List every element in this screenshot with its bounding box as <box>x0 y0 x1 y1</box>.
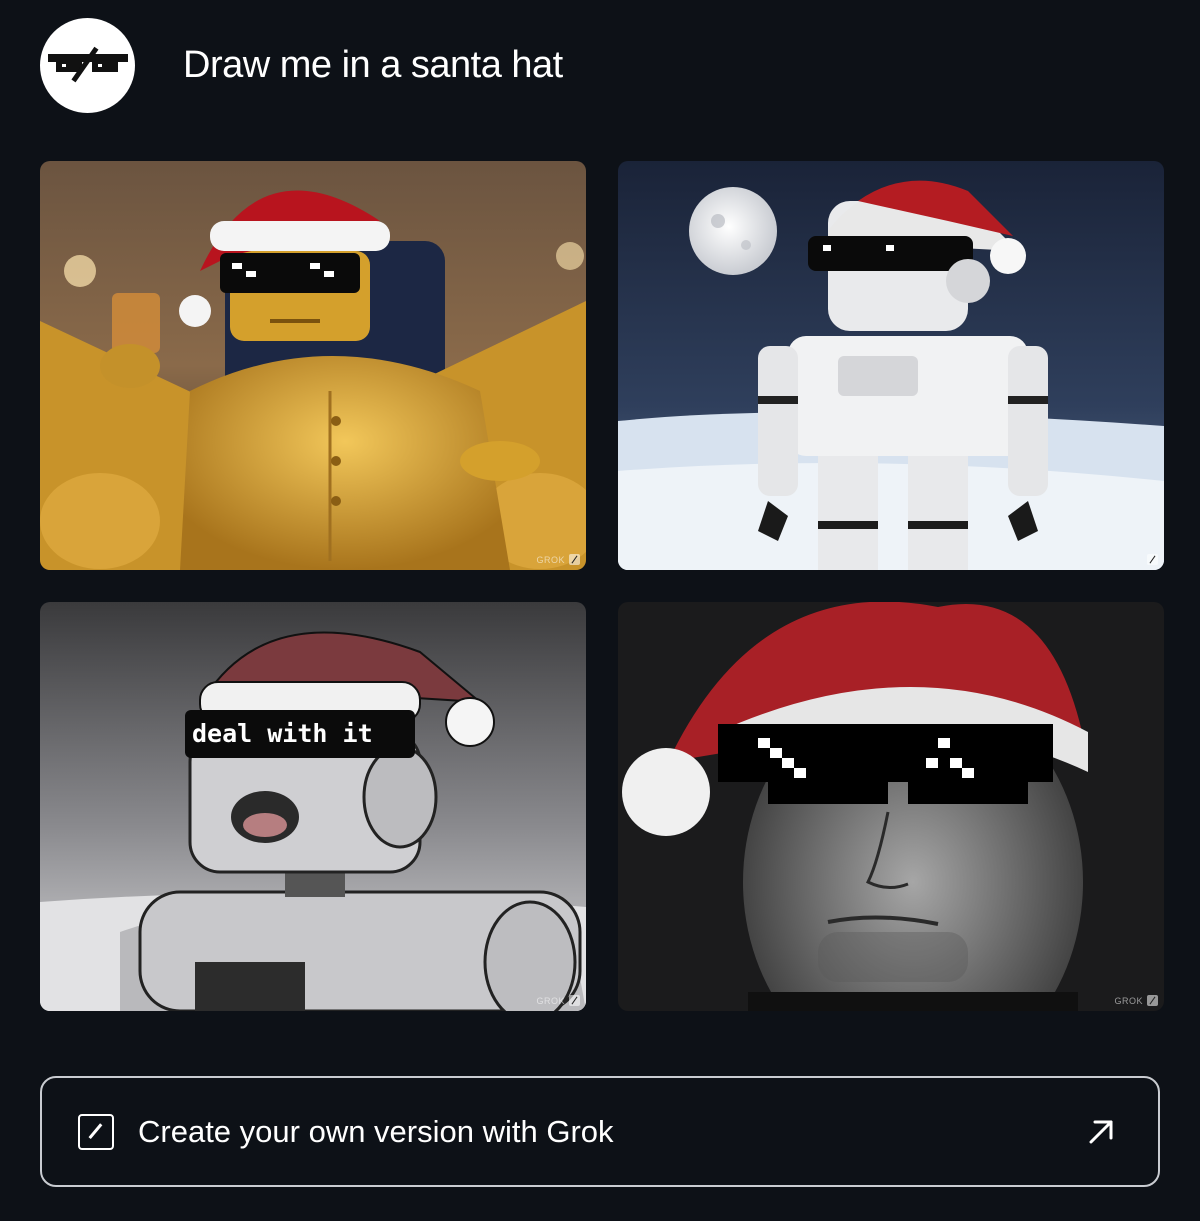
grok-watermark <box>1143 554 1158 565</box>
arrow-up-right-icon <box>1089 1120 1113 1143</box>
header: Draw me in a santa hat <box>40 18 563 113</box>
pixel-sunglasses-logo-icon[interactable] <box>40 18 135 113</box>
deal-with-it-caption: deal with it <box>192 719 373 748</box>
cta-label: Create your own version with Grok <box>138 1113 614 1149</box>
grok-watermark: GROK <box>536 995 580 1006</box>
golden-robot-throne-image[interactable]: GROK <box>40 161 586 570</box>
create-own-version-button[interactable]: Create your own version with Grok <box>40 1076 1160 1187</box>
edit-square-icon <box>78 1113 114 1150</box>
deal-with-it-robot-image[interactable]: deal with it GROK <box>40 602 586 1011</box>
grok-watermark: GROK <box>536 554 580 565</box>
white-robot-moon-image[interactable] <box>618 161 1164 570</box>
grok-share-card: Draw me in a santa hat GROK deal with it… <box>0 0 1200 1221</box>
man-santa-hat-sunglasses-image[interactable]: GROK <box>618 602 1164 1011</box>
grok-watermark: GROK <box>1114 995 1158 1006</box>
image-grid: GROK deal with it GROK GROK <box>40 161 1164 1011</box>
prompt-title: Draw me in a santa hat <box>183 44 563 86</box>
